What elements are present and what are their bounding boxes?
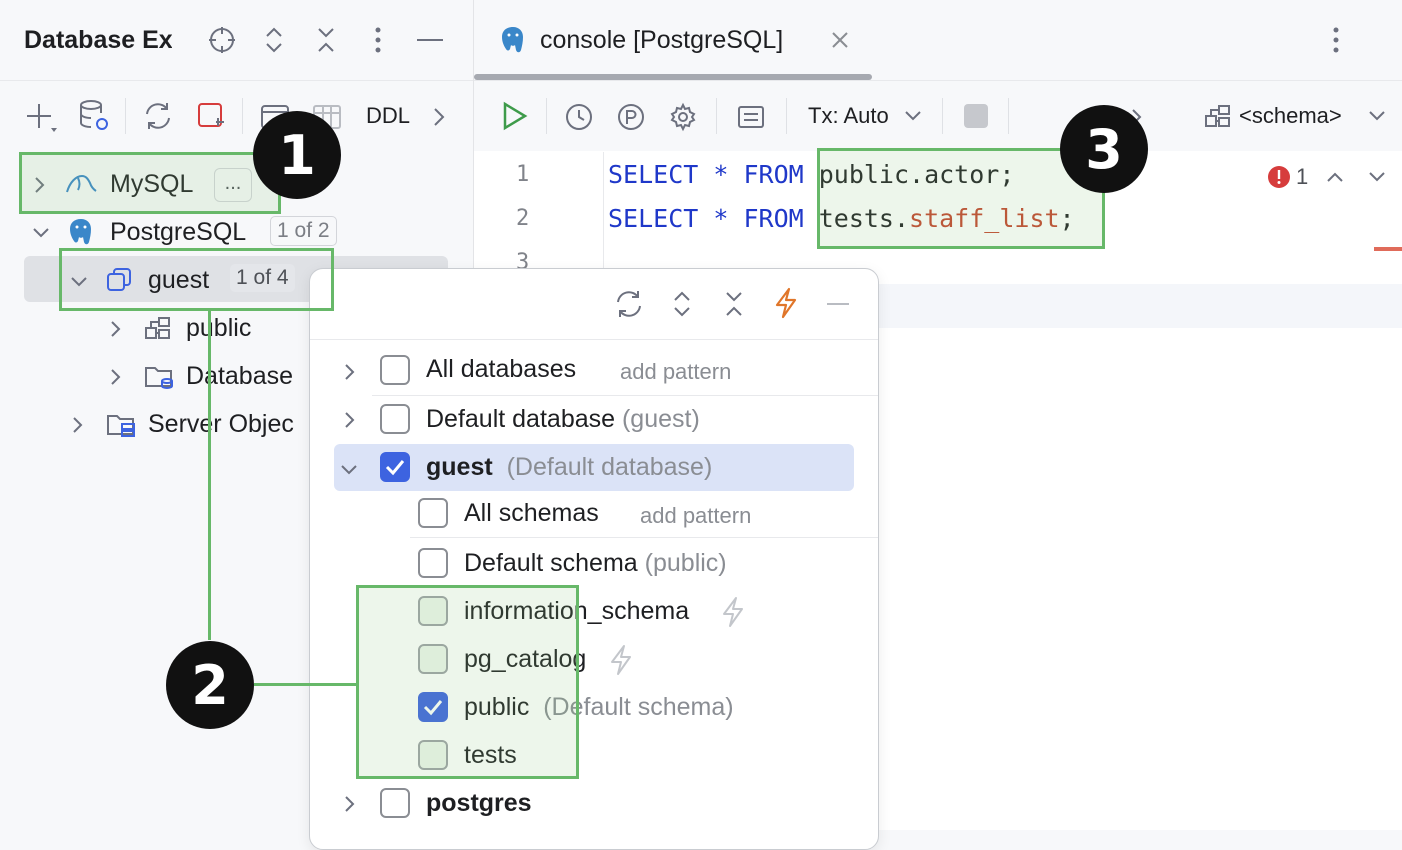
toolbar-separator bbox=[242, 98, 243, 134]
guest-checkbox[interactable] bbox=[380, 452, 410, 482]
divider bbox=[310, 339, 878, 340]
postgresql-icon bbox=[66, 216, 96, 248]
chevron-right-icon[interactable] bbox=[106, 366, 124, 388]
sql-keyword: SELECT * FROM bbox=[608, 204, 819, 233]
settings-icon[interactable] bbox=[666, 100, 700, 134]
postgresql-icon bbox=[498, 24, 528, 56]
schema-icon bbox=[142, 312, 174, 344]
minimize-icon[interactable] bbox=[414, 24, 446, 56]
line-number: 1 bbox=[516, 162, 529, 187]
layout-icon[interactable] bbox=[734, 100, 768, 134]
tree-item-public[interactable]: public bbox=[186, 314, 251, 343]
connector-line bbox=[208, 311, 211, 640]
callout-2: 2 bbox=[166, 641, 254, 729]
history-icon[interactable] bbox=[562, 100, 596, 134]
collapse-all-icon[interactable] bbox=[310, 24, 342, 56]
error-icon[interactable] bbox=[1266, 164, 1292, 190]
toolbar-separator bbox=[942, 98, 943, 134]
postgres-label: postgres bbox=[426, 789, 532, 818]
chevron-down-icon[interactable] bbox=[338, 459, 360, 479]
connector-line bbox=[254, 683, 358, 686]
gutter-separator bbox=[603, 152, 604, 282]
disconnect-icon[interactable] bbox=[194, 98, 230, 134]
more-options-icon[interactable] bbox=[362, 24, 394, 56]
tree-item-database[interactable]: Database bbox=[186, 362, 293, 391]
expand-all-icon[interactable] bbox=[666, 287, 698, 321]
toolbar-separator bbox=[716, 98, 717, 134]
schema-icon bbox=[1202, 100, 1234, 132]
lightning-icon[interactable] bbox=[770, 285, 802, 321]
schema-selector[interactable]: <schema> bbox=[1239, 103, 1342, 129]
all-schemas-checkbox[interactable] bbox=[418, 498, 448, 528]
refresh-icon[interactable] bbox=[140, 98, 176, 134]
toolbar-separator bbox=[786, 98, 787, 134]
callout-3: 3 bbox=[1060, 105, 1148, 193]
chevron-down-icon[interactable] bbox=[1366, 106, 1388, 126]
guest-label: guest (Default database) bbox=[426, 453, 712, 482]
all-databases-checkbox[interactable] bbox=[380, 355, 410, 385]
callout-1: 1 bbox=[253, 111, 341, 199]
parameters-icon[interactable] bbox=[614, 100, 648, 134]
locate-icon[interactable] bbox=[206, 24, 238, 56]
tab-console[interactable]: console [PostgreSQL] bbox=[540, 26, 783, 55]
highlight-box-2 bbox=[356, 585, 579, 779]
expand-all-icon[interactable] bbox=[258, 24, 290, 56]
toolbar-separator bbox=[1008, 98, 1009, 134]
toolbar-separator bbox=[546, 98, 547, 134]
default-database-checkbox[interactable] bbox=[380, 404, 410, 434]
error-count: 1 bbox=[1296, 164, 1308, 190]
previous-error-icon[interactable] bbox=[1324, 166, 1346, 188]
ddl-button[interactable]: DDL bbox=[366, 103, 410, 129]
chevron-right-icon[interactable] bbox=[340, 409, 358, 431]
close-tab-icon[interactable] bbox=[828, 28, 852, 52]
postgresql-badge: 1 of 2 bbox=[270, 216, 337, 246]
add-pattern-link[interactable]: add pattern bbox=[640, 503, 751, 529]
stop-icon[interactable] bbox=[964, 104, 988, 128]
chevron-right-icon[interactable] bbox=[68, 414, 86, 436]
chevron-right-icon[interactable] bbox=[340, 793, 358, 815]
panel-title: Database Ex bbox=[24, 26, 172, 55]
add-pattern-link[interactable]: add pattern bbox=[620, 359, 731, 385]
line-number: 2 bbox=[516, 206, 529, 231]
default-schema-checkbox[interactable] bbox=[418, 548, 448, 578]
default-schema-label: Default schema (public) bbox=[464, 549, 727, 578]
data-source-properties-icon[interactable] bbox=[76, 98, 112, 134]
divider bbox=[410, 537, 878, 538]
error-stripe-marker[interactable] bbox=[1374, 247, 1402, 251]
more-options-icon[interactable] bbox=[1324, 24, 1348, 56]
all-databases-label: All databases bbox=[426, 355, 576, 384]
collapse-all-icon[interactable] bbox=[718, 287, 750, 321]
tree-item-server-objects[interactable]: Server Objec bbox=[148, 410, 294, 439]
refresh-icon[interactable] bbox=[612, 287, 646, 321]
default-database-label: Default database (guest) bbox=[426, 405, 700, 434]
folder-database-icon bbox=[142, 360, 176, 392]
toolbar-separator bbox=[125, 98, 126, 134]
add-icon[interactable] bbox=[24, 100, 60, 134]
all-schemas-label: All schemas bbox=[464, 499, 599, 528]
highlight-box-guest bbox=[59, 248, 334, 311]
divider bbox=[0, 80, 473, 81]
sql-keyword: SELECT * FROM bbox=[608, 160, 819, 189]
divider bbox=[372, 395, 878, 396]
postgres-checkbox[interactable] bbox=[380, 788, 410, 818]
chevron-down-icon[interactable] bbox=[902, 106, 924, 126]
tree-item-postgresql[interactable]: PostgreSQL bbox=[110, 218, 246, 247]
lightning-icon bbox=[606, 643, 636, 677]
folder-server-icon bbox=[104, 408, 138, 440]
minimize-icon[interactable] bbox=[822, 287, 854, 321]
chevron-right-icon[interactable] bbox=[340, 361, 358, 383]
highlight-box-1 bbox=[19, 152, 281, 214]
lightning-icon bbox=[718, 595, 748, 629]
chevron-right-icon[interactable] bbox=[106, 318, 124, 340]
transaction-mode[interactable]: Tx: Auto bbox=[808, 103, 889, 129]
next-error-icon[interactable] bbox=[1366, 166, 1388, 188]
chevron-down-icon[interactable] bbox=[30, 222, 52, 242]
chevron-right-icon[interactable] bbox=[428, 104, 450, 130]
run-icon[interactable] bbox=[498, 98, 530, 134]
